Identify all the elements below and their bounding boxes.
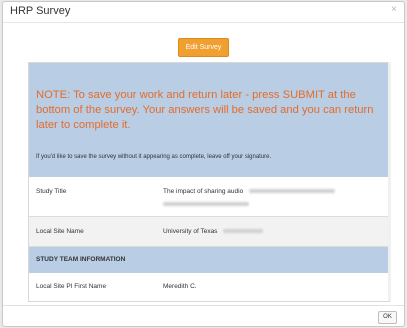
edit-toolbar: Edit Survey	[3, 23, 404, 60]
study-title-label: Study Title	[36, 188, 67, 195]
edit-survey-button[interactable]: Edit Survey	[177, 38, 230, 57]
pi-first-name-value: Meredith C.	[163, 283, 197, 290]
scrollbar[interactable]	[388, 62, 391, 300]
dialog-title: HRP Survey	[10, 5, 71, 17]
survey-content[interactable]: NOTE: To save your work and return later…	[28, 62, 390, 302]
note-text: NOTE: To save your work and return later…	[36, 89, 374, 131]
local-site-name-label: Local Site Name	[36, 228, 84, 235]
redacted-text	[249, 189, 336, 194]
study-title-row: Study Title The impact of sharing audio	[29, 177, 389, 217]
pi-first-name-row: Local Site PI First Name Meredith C.	[29, 273, 389, 301]
pi-first-name-label: Local Site PI First Name	[36, 283, 107, 290]
section-study-team: STUDY TEAM INFORMATION	[29, 247, 389, 273]
dialog-footer: OK	[3, 305, 404, 326]
ok-button[interactable]: OK	[378, 311, 397, 324]
local-site-name-value: University of Texas	[163, 228, 389, 235]
note-subtext: If you'd like to save the survey without…	[36, 154, 272, 160]
note-panel: NOTE: To save your work and return later…	[29, 63, 389, 177]
local-site-name-row: Local Site Name University of Texas	[29, 217, 389, 247]
close-icon[interactable]: ×	[391, 4, 397, 15]
study-title-value: The impact of sharing audio	[163, 188, 389, 208]
local-site-name-text: University of Texas	[163, 228, 218, 235]
redacted-text	[223, 229, 264, 234]
survey-dialog: HRP Survey × Edit Survey NOTE: To save y…	[2, 1, 405, 327]
study-title-text: The impact of sharing audio	[163, 188, 244, 195]
dialog-titlebar: HRP Survey ×	[3, 2, 404, 23]
redacted-line	[163, 201, 383, 208]
